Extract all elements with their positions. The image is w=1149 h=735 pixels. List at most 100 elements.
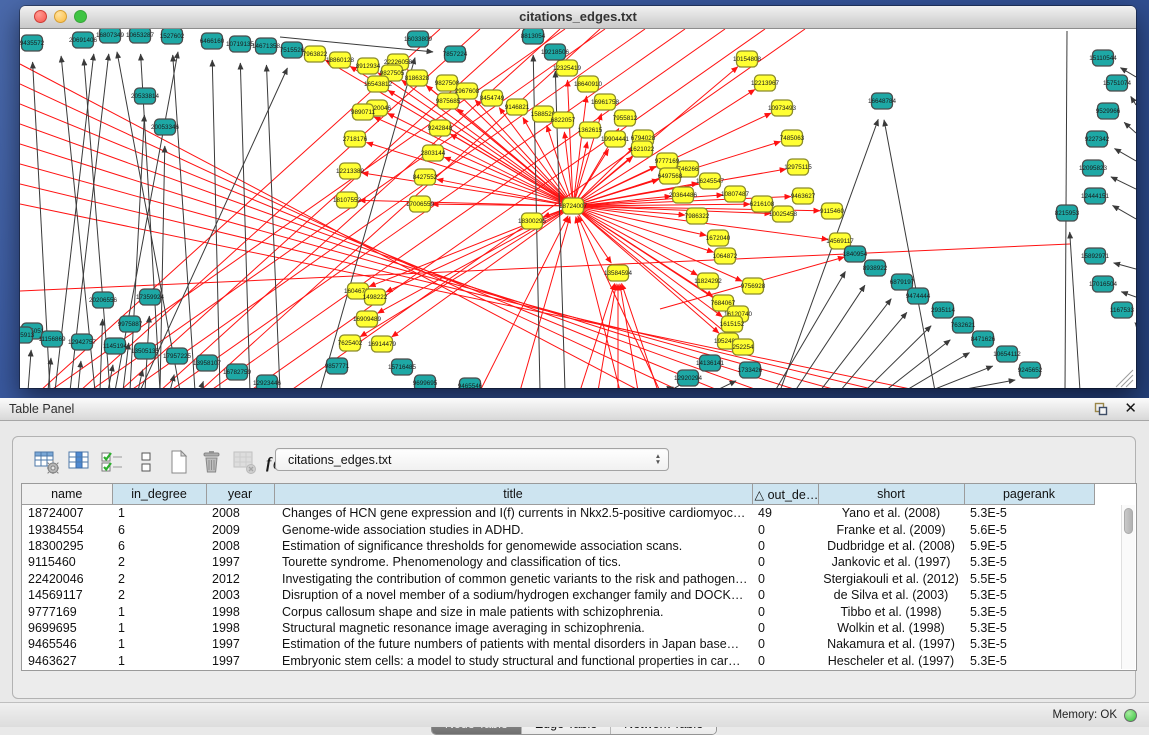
graph-node[interactable]: 9857771	[325, 358, 350, 374]
graph-node[interactable]: 9115460	[820, 203, 845, 219]
graph-node[interactable]: 8427552	[413, 169, 438, 185]
graph-node[interactable]: 1615152	[720, 316, 745, 332]
table-scrollbar-thumb[interactable]	[1124, 508, 1133, 534]
table-row[interactable]: 1456911722003Disruption of a novel membe…	[22, 587, 1094, 603]
graph-node[interactable]: 7625402	[338, 335, 363, 351]
graph-node[interactable]: 3915913	[20, 327, 35, 343]
graph-node[interactable]: 9463627	[791, 188, 816, 204]
graph-node[interactable]: 10154808	[733, 51, 762, 67]
network-selector[interactable]: citations_edges.txt ▲▼	[275, 448, 669, 471]
graph-node[interactable]: 17359924	[136, 289, 165, 305]
graph-node[interactable]: 18860128	[326, 52, 355, 68]
graph-node[interactable]: 1498222	[363, 289, 388, 305]
graph-node[interactable]: 16909489	[353, 311, 382, 327]
network-canvas[interactable]: 7963822188601288912934222260589827505165…	[20, 29, 1136, 388]
graph-node[interactable]: 9699695	[413, 375, 438, 388]
graph-node[interactable]: 13584594	[604, 265, 633, 281]
column-header-pagerank[interactable]: pagerank	[964, 484, 1094, 505]
graph-node[interactable]: 11156869	[38, 331, 66, 347]
graph-node[interactable]: 1145194	[103, 338, 128, 354]
graph-node[interactable]: 20533814	[131, 88, 160, 104]
column-header-in_degree[interactable]: in_degree	[112, 484, 206, 505]
graph-node[interactable]: 1672040	[706, 230, 731, 246]
graph-node[interactable]: 12213967	[751, 75, 780, 91]
graph-node[interactable]: 7857224	[443, 46, 468, 62]
graph-node[interactable]: 15892971	[1081, 248, 1110, 264]
resize-grip-icon[interactable]	[1121, 375, 1133, 387]
new-table-icon[interactable]	[165, 449, 192, 476]
graph-node[interactable]: 10654112	[993, 346, 1021, 362]
column-header-year[interactable]: year	[206, 484, 274, 505]
graph-node[interactable]: 1527602	[160, 29, 185, 44]
column-header-short[interactable]: short	[818, 484, 964, 505]
graph-node[interactable]: 1362615	[578, 122, 603, 138]
graph-node[interactable]: 12923446	[253, 375, 282, 388]
graph-node[interactable]: 6822057	[551, 112, 576, 128]
graph-node[interactable]: 18640910	[574, 76, 603, 92]
graph-node[interactable]: 2718176	[343, 131, 368, 147]
graph-node[interactable]: 8186328	[405, 70, 430, 86]
graph-node[interactable]: 9890711	[351, 104, 376, 120]
graph-node[interactable]: 6497568	[658, 168, 683, 184]
graph-node[interactable]: 7955812	[613, 110, 638, 126]
table-row[interactable]: 977716911998Corpus callosum shape and si…	[22, 603, 1094, 619]
graph-node[interactable]: 9474444	[906, 288, 931, 304]
float-panel-icon[interactable]	[1094, 402, 1108, 416]
show-columns-icon[interactable]	[66, 449, 93, 476]
graph-node[interactable]: 20053346	[151, 119, 180, 135]
graph-node[interactable]: 8813054	[521, 29, 546, 44]
table-row[interactable]: 946362711997Embryonic stem cells: a mode…	[22, 653, 1094, 669]
graph-node[interactable]: 252254	[732, 339, 754, 355]
table-settings-icon[interactable]	[33, 449, 60, 476]
graph-node[interactable]: 9242848	[428, 120, 453, 136]
graph-node[interactable]: 20364486	[669, 187, 698, 203]
resize-grip-icon[interactable]	[1116, 370, 1133, 387]
graph-node[interactable]: 6466160	[200, 33, 225, 49]
graph-node[interactable]: 2935114	[931, 302, 956, 318]
table-row[interactable]: 946554611997Estimation of the future num…	[22, 636, 1094, 652]
delete-table-icon[interactable]	[198, 449, 225, 476]
graph-node[interactable]: 8938922	[863, 260, 888, 276]
network-window[interactable]: citations_edges.txt 79638221886012889129…	[20, 6, 1136, 388]
graph-node[interactable]: 7963822	[303, 46, 328, 62]
graph-node[interactable]: 15751074	[1103, 75, 1132, 91]
graph-node[interactable]: 12444151	[1081, 188, 1110, 204]
graph-node[interactable]: 6216108	[750, 196, 775, 212]
graph-node[interactable]: 8912934	[356, 58, 381, 74]
column-header-name[interactable]: name	[22, 484, 112, 505]
graph-node[interactable]: 12325419	[553, 60, 582, 76]
graph-node[interactable]: 8471626	[971, 331, 996, 347]
graph-node[interactable]: 16914479	[368, 336, 397, 352]
graph-node[interactable]: 18107552	[333, 192, 362, 208]
graph-node[interactable]: 15716485	[388, 359, 417, 375]
graph-node[interactable]: 1621022	[630, 141, 655, 157]
graph-node[interactable]: 12213389	[336, 163, 365, 179]
window-close-button[interactable]	[34, 10, 47, 23]
graph-node[interactable]: 13505135	[131, 343, 160, 359]
graph-node[interactable]: 9245652	[1018, 362, 1043, 378]
graph-node[interactable]: 14671358	[252, 38, 281, 54]
graph-node[interactable]: 12095823	[1079, 160, 1108, 176]
graph-node[interactable]: 12942757	[68, 334, 97, 350]
graph-node[interactable]: 9465546	[458, 378, 483, 388]
graph-node[interactable]: 17016504	[1089, 276, 1118, 292]
graph-node[interactable]: 9777169	[655, 153, 680, 169]
graph-node[interactable]: 16033809	[404, 31, 433, 47]
graph-node[interactable]: 9529966	[1096, 103, 1121, 119]
graph-node[interactable]: 10719135	[226, 36, 255, 52]
table-scrollbar[interactable]	[1121, 505, 1135, 669]
network-window-titlebar[interactable]: citations_edges.txt	[20, 6, 1136, 29]
graph-node[interactable]: 16245547	[696, 173, 725, 189]
graph-node[interactable]: 18300295	[518, 213, 547, 229]
graph-node[interactable]: 20206556	[89, 292, 118, 308]
graph-node[interactable]: 9435572	[20, 35, 45, 51]
graph-node[interactable]: 8215953	[1055, 205, 1080, 221]
table-row[interactable]: 969969511998Structural magnetic resonanc…	[22, 620, 1094, 636]
graph-node[interactable]: 7515526	[280, 42, 305, 58]
graph-node[interactable]: 2803144	[421, 145, 446, 161]
graph-node[interactable]: 11824292	[694, 273, 722, 289]
graph-node[interactable]: 1167533	[1110, 302, 1135, 318]
graph-node[interactable]: 16807349	[96, 29, 125, 43]
delete-table-disabled-icon[interactable]	[231, 449, 258, 476]
graph-node[interactable]: 16961758	[591, 94, 620, 110]
